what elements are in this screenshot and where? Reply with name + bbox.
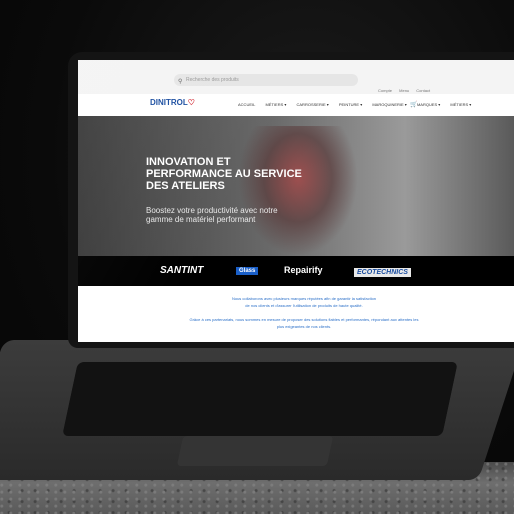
- content-paragraph: Grâce à ces partenariats, nous sommes en…: [189, 317, 419, 322]
- nav-item-marques[interactable]: MARQUES ▾: [417, 102, 440, 107]
- nav-item-metiers-2[interactable]: MÉTIERS ▾: [450, 102, 471, 107]
- search-icon: ⚲: [178, 79, 183, 85]
- keyboard: [62, 362, 458, 436]
- nav-item-carrosserie[interactable]: CARROSSERIE ▾: [297, 102, 329, 107]
- brand-glass[interactable]: Glass: [236, 267, 259, 275]
- hero-subtitle: Boostez votre productivité avec notre ga…: [146, 206, 278, 224]
- brand-santint[interactable]: SANTINT: [160, 265, 203, 276]
- nav-item-metiers[interactable]: MÉTIERS ▾: [265, 102, 286, 107]
- content-paragraph: Nous collaborons avec plusieurs marques …: [231, 296, 377, 301]
- trackpad: [176, 436, 334, 466]
- heart-icon: ♡: [187, 98, 195, 107]
- brand-strip: SANTINT Glass Repairify ECOTECHNICS: [78, 256, 514, 286]
- hero-title: INNOVATION ET PERFORMANCE AU SERVICE DES…: [146, 156, 302, 192]
- cart-icon[interactable]: 🛒: [410, 101, 417, 108]
- content-section: Nous collaborons avec plusieurs marques …: [78, 286, 514, 342]
- brand-repairify[interactable]: Repairify: [284, 265, 323, 275]
- nav-item-maroquinerie[interactable]: MAROQUINERIE ▾: [372, 102, 406, 107]
- menu: ACCUEIL MÉTIERS ▾ CARROSSERIE ▾ PEINTURE…: [238, 102, 480, 107]
- logo-text: DINITROL: [150, 98, 188, 107]
- logo[interactable]: DINITROL♡: [150, 98, 195, 107]
- search-input[interactable]: ⚲ Recherche des produits: [174, 74, 358, 86]
- brand-ecotechnics[interactable]: ECOTECHNICS: [354, 268, 411, 277]
- search-placeholder: Recherche des produits: [186, 77, 239, 83]
- top-links: Compte Menu Contact: [378, 88, 436, 93]
- top-bar: ⚲ Recherche des produits Compte Menu Con…: [78, 60, 514, 94]
- content-paragraph: plus exigeantes de nos clients.: [276, 324, 332, 329]
- hero-banner: INNOVATION ET PERFORMANCE AU SERVICE DES…: [78, 116, 514, 256]
- link-compte[interactable]: Compte: [378, 88, 392, 93]
- laptop-screen: ⚲ Recherche des produits Compte Menu Con…: [78, 60, 514, 342]
- nav-item-peinture[interactable]: PEINTURE ▾: [339, 102, 362, 107]
- link-contact[interactable]: Contact: [416, 88, 430, 93]
- link-menu[interactable]: Menu: [399, 88, 409, 93]
- content-paragraph: de nos clients et d'assurer l'utilisatio…: [245, 303, 363, 308]
- main-nav: DINITROL♡ ACCUEIL MÉTIERS ▾ CARROSSERIE …: [78, 94, 514, 117]
- nav-item-accueil[interactable]: ACCUEIL: [238, 102, 255, 107]
